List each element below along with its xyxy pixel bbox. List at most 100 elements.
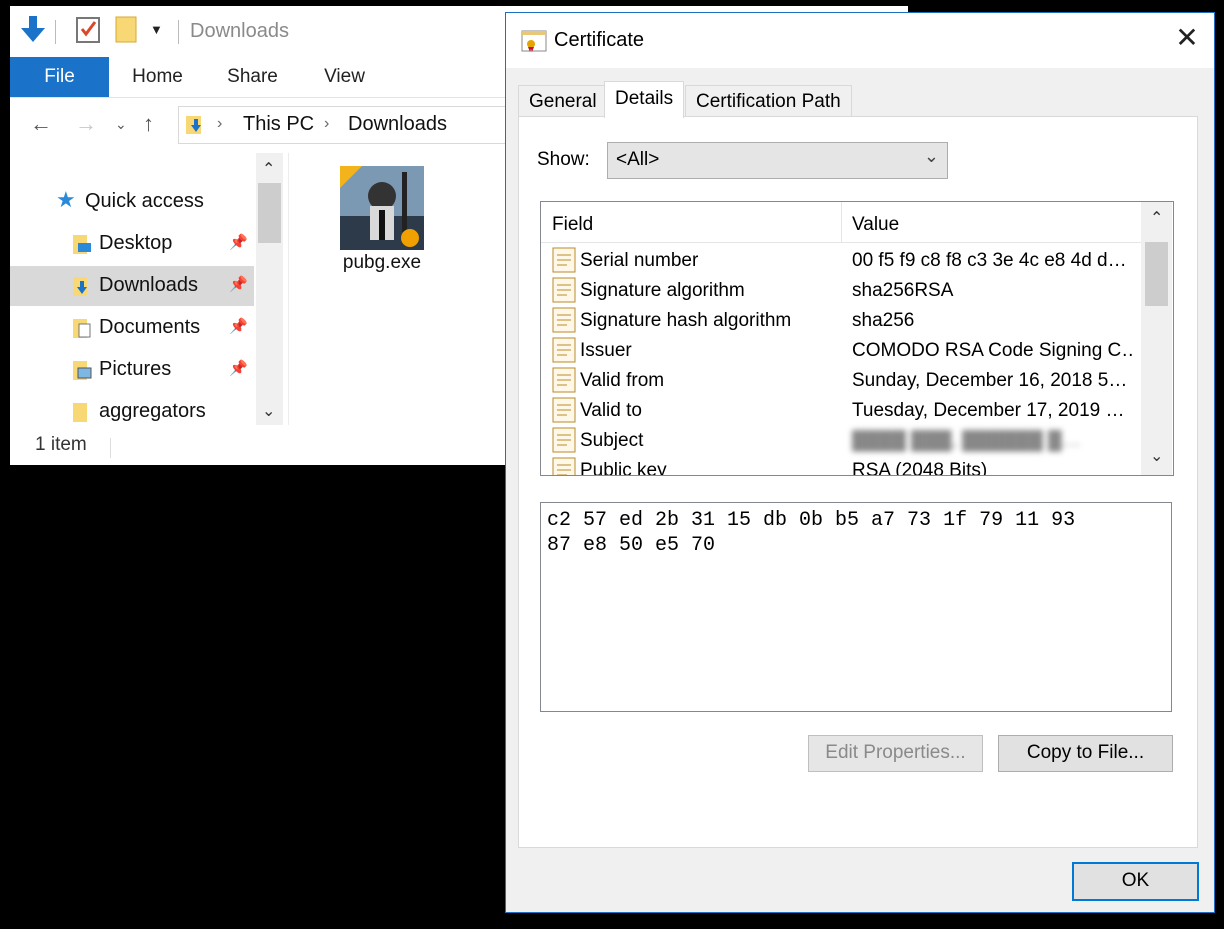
desktop-folder-icon [73,235,91,254]
pin-icon[interactable]: 📌 [229,317,248,335]
pubg-game-icon [340,166,424,250]
downloads-folder-icon [73,277,87,296]
tab-file[interactable]: File [10,57,109,97]
sidebar-item-documents[interactable]: Documents 📌 [10,308,254,348]
column-header-field[interactable]: Field [552,214,593,236]
pin-icon[interactable]: 📌 [229,233,248,251]
documents-folder-icon [73,319,91,338]
sidebar-item-downloads[interactable]: Downloads 📌 [10,266,254,306]
field-value: Sunday, December 16, 2018 5… [852,370,1128,391]
new-folder-icon[interactable] [113,14,143,44]
field-value: Tuesday, December 17, 2019 … [852,400,1125,421]
certificate-field-icon [552,307,576,333]
table-row[interactable]: Public key RSA (2048 Bits) [541,456,1141,476]
certificate-field-icon [552,397,576,423]
pin-icon[interactable]: 📌 [229,359,248,377]
forward-arrow-icon[interactable]: → [75,111,97,137]
hex-line: c2 57 ed 2b 31 15 db 0b b5 a7 73 1f 79 1… [547,509,1076,532]
sidebar-item-quick-access[interactable]: ★ Quick access [10,182,254,222]
sidebar-item-pictures[interactable]: Pictures 📌 [10,350,254,390]
tab-home[interactable]: Home [130,57,185,97]
sidebar-item-label: Downloads [99,274,198,296]
pin-icon[interactable]: 📌 [229,275,248,293]
field-name: Subject [580,430,644,451]
field-name: Valid from [580,370,665,391]
edit-properties-button[interactable]: Edit Properties... [808,735,983,772]
field-value: 00 f5 f9 c8 f8 c3 3e 4c e8 4d d… [852,250,1127,271]
field-name: Valid to [580,400,642,421]
certificate-fields-list[interactable]: Field Value Serial number 00 f5 f9 c8 f8 … [540,201,1174,476]
navigation-pane-scrollbar[interactable]: ⌃ ⌄ [256,153,283,425]
table-row[interactable]: Subject ████ ███, ██████ █… [541,426,1141,456]
sidebar-item-aggregators[interactable]: aggregators [10,392,254,432]
scrollbar-thumb[interactable] [258,183,281,243]
properties-check-icon[interactable] [73,14,103,44]
field-name: Issuer [580,340,632,361]
dialog-title: Certificate [554,29,645,51]
breadcrumb-this-pc[interactable]: This PC [243,113,314,136]
qat-separator [55,20,56,44]
show-filter-value: <All> [616,149,660,170]
sidebar-item-desktop[interactable]: Desktop 📌 [10,224,254,264]
tab-certification-path[interactable]: Certification Path [685,85,852,117]
certificate-icon [521,30,547,52]
downloads-folder-icon [186,116,201,134]
show-filter-select[interactable]: <All> ⌄ [607,142,948,179]
column-header-value[interactable]: Value [852,214,899,236]
scroll-down-arrow-icon[interactable]: ⌄ [262,401,275,421]
table-row[interactable]: Valid from Sunday, December 16, 2018 5… [541,366,1141,396]
file-item-pubg[interactable]: pubg.exe [332,166,432,274]
field-name: Signature hash algorithm [580,310,792,331]
certificate-dialog: Certificate ✕ General Details Certificat… [505,12,1215,913]
pictures-folder-icon [73,361,92,380]
up-arrow-icon[interactable]: ↑ [143,111,154,137]
scroll-up-arrow-icon[interactable]: ⌃ [1150,208,1163,228]
table-row[interactable]: Serial number 00 f5 f9 c8 f8 c3 3e 4c e8 … [541,246,1141,276]
status-item-count: 1 item [35,434,87,455]
certificate-field-icon [552,367,576,393]
field-name: Signature algorithm [580,280,745,301]
tab-view[interactable]: View [322,57,367,97]
chevron-down-icon: ⌄ [923,146,939,166]
folder-icon [73,403,87,422]
qat-separator [178,20,179,44]
field-name: Public key [580,460,667,476]
scroll-down-arrow-icon[interactable]: ⌄ [1150,446,1163,466]
recent-locations-chevron-icon[interactable]: ⌄ [115,111,127,137]
ok-button[interactable]: OK [1072,862,1199,901]
address-bar[interactable]: › This PC › Downloads [178,106,520,144]
field-value: sha256 [852,310,915,331]
scroll-up-arrow-icon[interactable]: ⌃ [262,159,275,179]
dialog-titlebar: Certificate ✕ [506,13,1214,68]
back-arrow-icon[interactable]: ← [30,111,52,137]
field-value: COMODO RSA Code Signing C… [852,340,1135,361]
pane-divider [288,153,289,425]
close-icon[interactable]: ✕ [1172,23,1202,53]
table-row[interactable]: Signature algorithm sha256RSA [541,276,1141,306]
download-arrow-icon[interactable] [18,14,48,44]
qat-dropdown-icon[interactable]: ▼ [150,22,163,37]
breadcrumb-downloads[interactable]: Downloads [348,113,447,136]
star-icon: ★ [56,187,76,212]
sidebar-item-label: Quick access [85,190,204,212]
copy-to-file-button[interactable]: Copy to File... [998,735,1173,772]
certificate-field-icon [552,427,576,453]
sidebar-item-label: Documents [99,316,201,338]
list-header: Field Value [541,202,1141,243]
scrollbar-thumb[interactable] [1145,242,1168,306]
field-name: Serial number [580,250,699,271]
tab-general[interactable]: General [518,85,608,117]
show-label: Show: [537,149,590,170]
column-divider[interactable] [841,202,842,242]
table-row[interactable]: Issuer COMODO RSA Code Signing C… [541,336,1141,366]
certificate-field-icon [552,457,576,475]
table-row[interactable]: Valid to Tuesday, December 17, 2019 … [541,396,1141,426]
tab-share[interactable]: Share [225,57,280,97]
list-scrollbar[interactable]: ⌃ ⌄ [1141,202,1172,475]
sidebar-item-label: aggregators [99,400,206,422]
field-value: RSA (2048 Bits) [852,460,988,476]
field-value-textbox[interactable]: c2 57 ed 2b 31 15 db 0b b5 a7 73 1f 79 1… [540,502,1172,712]
certificate-field-icon [552,277,576,303]
table-row[interactable]: Signature hash algorithm sha256 [541,306,1141,336]
tab-details[interactable]: Details [604,81,685,118]
